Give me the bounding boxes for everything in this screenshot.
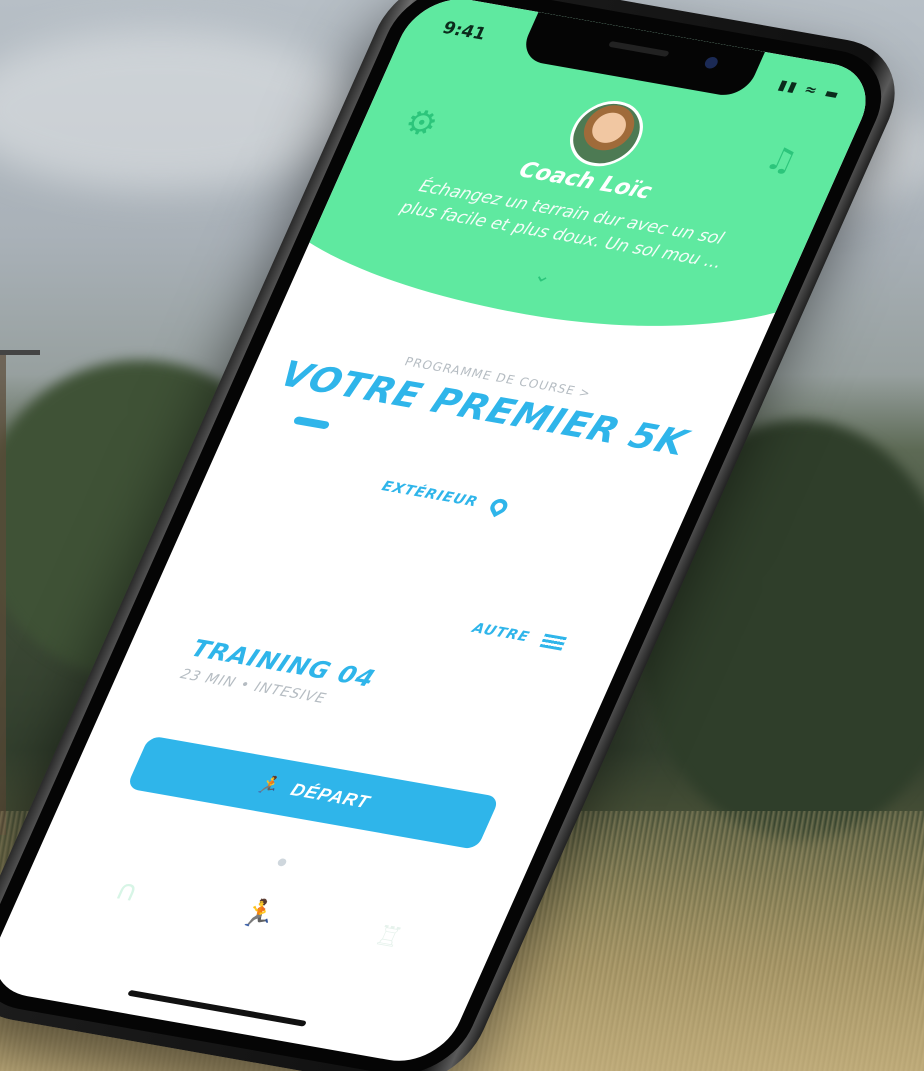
- location-selector[interactable]: EXTÉRIEUR: [211, 449, 679, 545]
- other-filter-label: AUTRE: [469, 620, 533, 646]
- pole-post: [0, 355, 6, 835]
- menu-icon: [539, 633, 567, 651]
- cloud: [0, 30, 360, 190]
- start-button-label: DÉPART: [287, 779, 374, 812]
- runner-icon: 🏃: [253, 772, 285, 796]
- light-pole: [0, 350, 40, 355]
- page-indicator-dot: [276, 857, 288, 867]
- tab-runner-icon[interactable]: 🏃: [235, 895, 283, 932]
- speaker: [608, 40, 670, 57]
- program-progress-fill: [292, 415, 331, 430]
- other-filter-button[interactable]: AUTRE: [470, 620, 568, 651]
- tab-headphones-icon[interactable]: ∩: [110, 873, 144, 908]
- camera: [702, 56, 720, 70]
- photo-scene: 9:41 ▮▮ ≈ ▬ ⚙ ♫ Coach Loïc Échangez un t…: [0, 0, 924, 1071]
- tab-trophy-icon[interactable]: ♖: [369, 919, 408, 954]
- start-button[interactable]: 🏃 DÉPART: [126, 735, 501, 850]
- location-label: EXTÉRIEUR: [379, 478, 481, 511]
- location-pin-icon: [487, 495, 510, 518]
